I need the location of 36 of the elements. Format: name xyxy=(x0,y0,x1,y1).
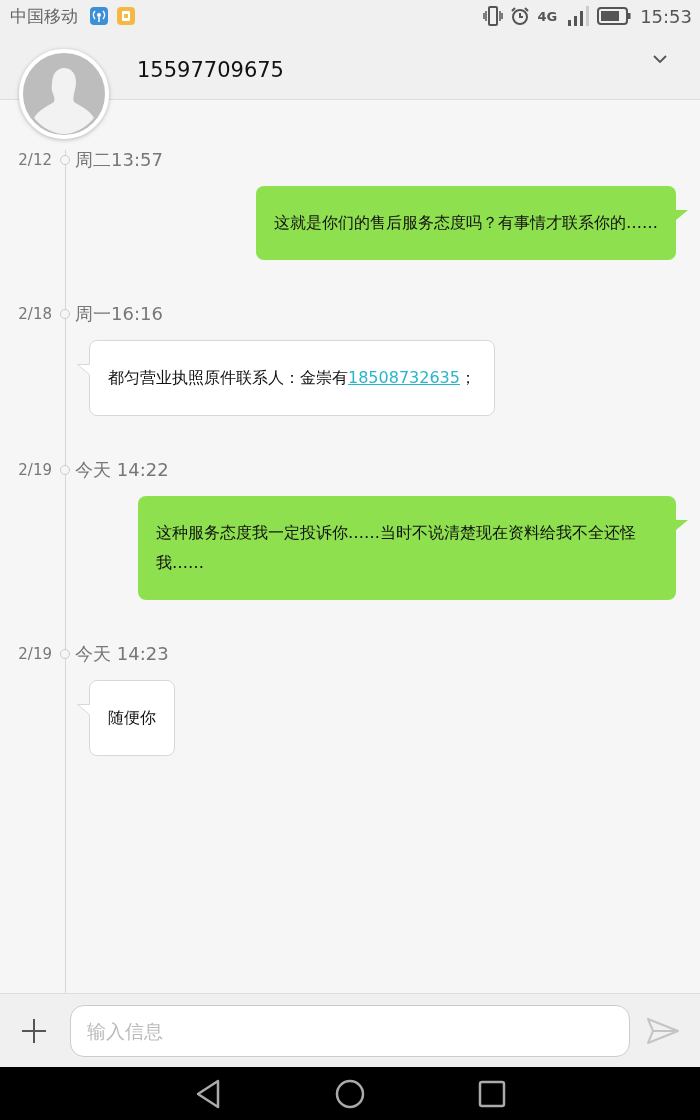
timeline-dot xyxy=(60,649,70,659)
recents-icon[interactable] xyxy=(478,1079,506,1108)
timeline-dot xyxy=(60,465,70,475)
message-date: 2/19 xyxy=(17,461,52,479)
clipboard-icon xyxy=(116,6,136,26)
chevron-down-icon[interactable] xyxy=(652,54,668,64)
back-icon[interactable] xyxy=(194,1077,222,1110)
message-time: 周二13:57 xyxy=(75,148,163,172)
message-time: 周一16:16 xyxy=(75,302,163,326)
message-date: 2/18 xyxy=(17,305,52,323)
carrier-name: 中国移动 xyxy=(10,4,78,28)
message-input[interactable]: 输入信息 xyxy=(70,1004,630,1057)
message-time: 今天 14:23 xyxy=(75,642,169,666)
received-message-bubble: 随便你 xyxy=(89,680,175,756)
vibrate-icon xyxy=(483,5,504,27)
alarm-icon xyxy=(510,6,531,26)
battery-icon xyxy=(597,7,632,25)
message-date: 2/19 xyxy=(17,645,52,663)
message-time: 今天 14:22 xyxy=(75,458,169,482)
add-icon[interactable] xyxy=(20,1016,48,1045)
timeline-dot xyxy=(60,309,70,319)
message-date: 2/12 xyxy=(17,151,52,169)
bubble-tail xyxy=(77,704,90,715)
hotspot-icon xyxy=(89,6,109,26)
sent-message-bubble: 这就是你们的售后服务态度吗？有事情才联系你的…… xyxy=(256,186,676,260)
received-message-bubble: 都匀营业执照原件联系人：金崇有18508732635； xyxy=(89,340,495,416)
bubble-tail xyxy=(676,520,688,530)
home-icon[interactable] xyxy=(334,1077,366,1110)
network-type: 4G xyxy=(537,8,558,24)
bubble-tail xyxy=(77,364,90,375)
phone-link[interactable]: 18508732635 xyxy=(348,368,460,387)
timeline-dot xyxy=(60,155,70,165)
bubble-tail xyxy=(676,210,688,220)
contact-number: 15597709675 xyxy=(137,57,284,82)
sent-message-bubble: 这种服务态度我一定投诉你……当时不说清楚现在资料给我不全还怪我…… xyxy=(138,496,676,600)
clock: 15:53 xyxy=(640,5,692,27)
